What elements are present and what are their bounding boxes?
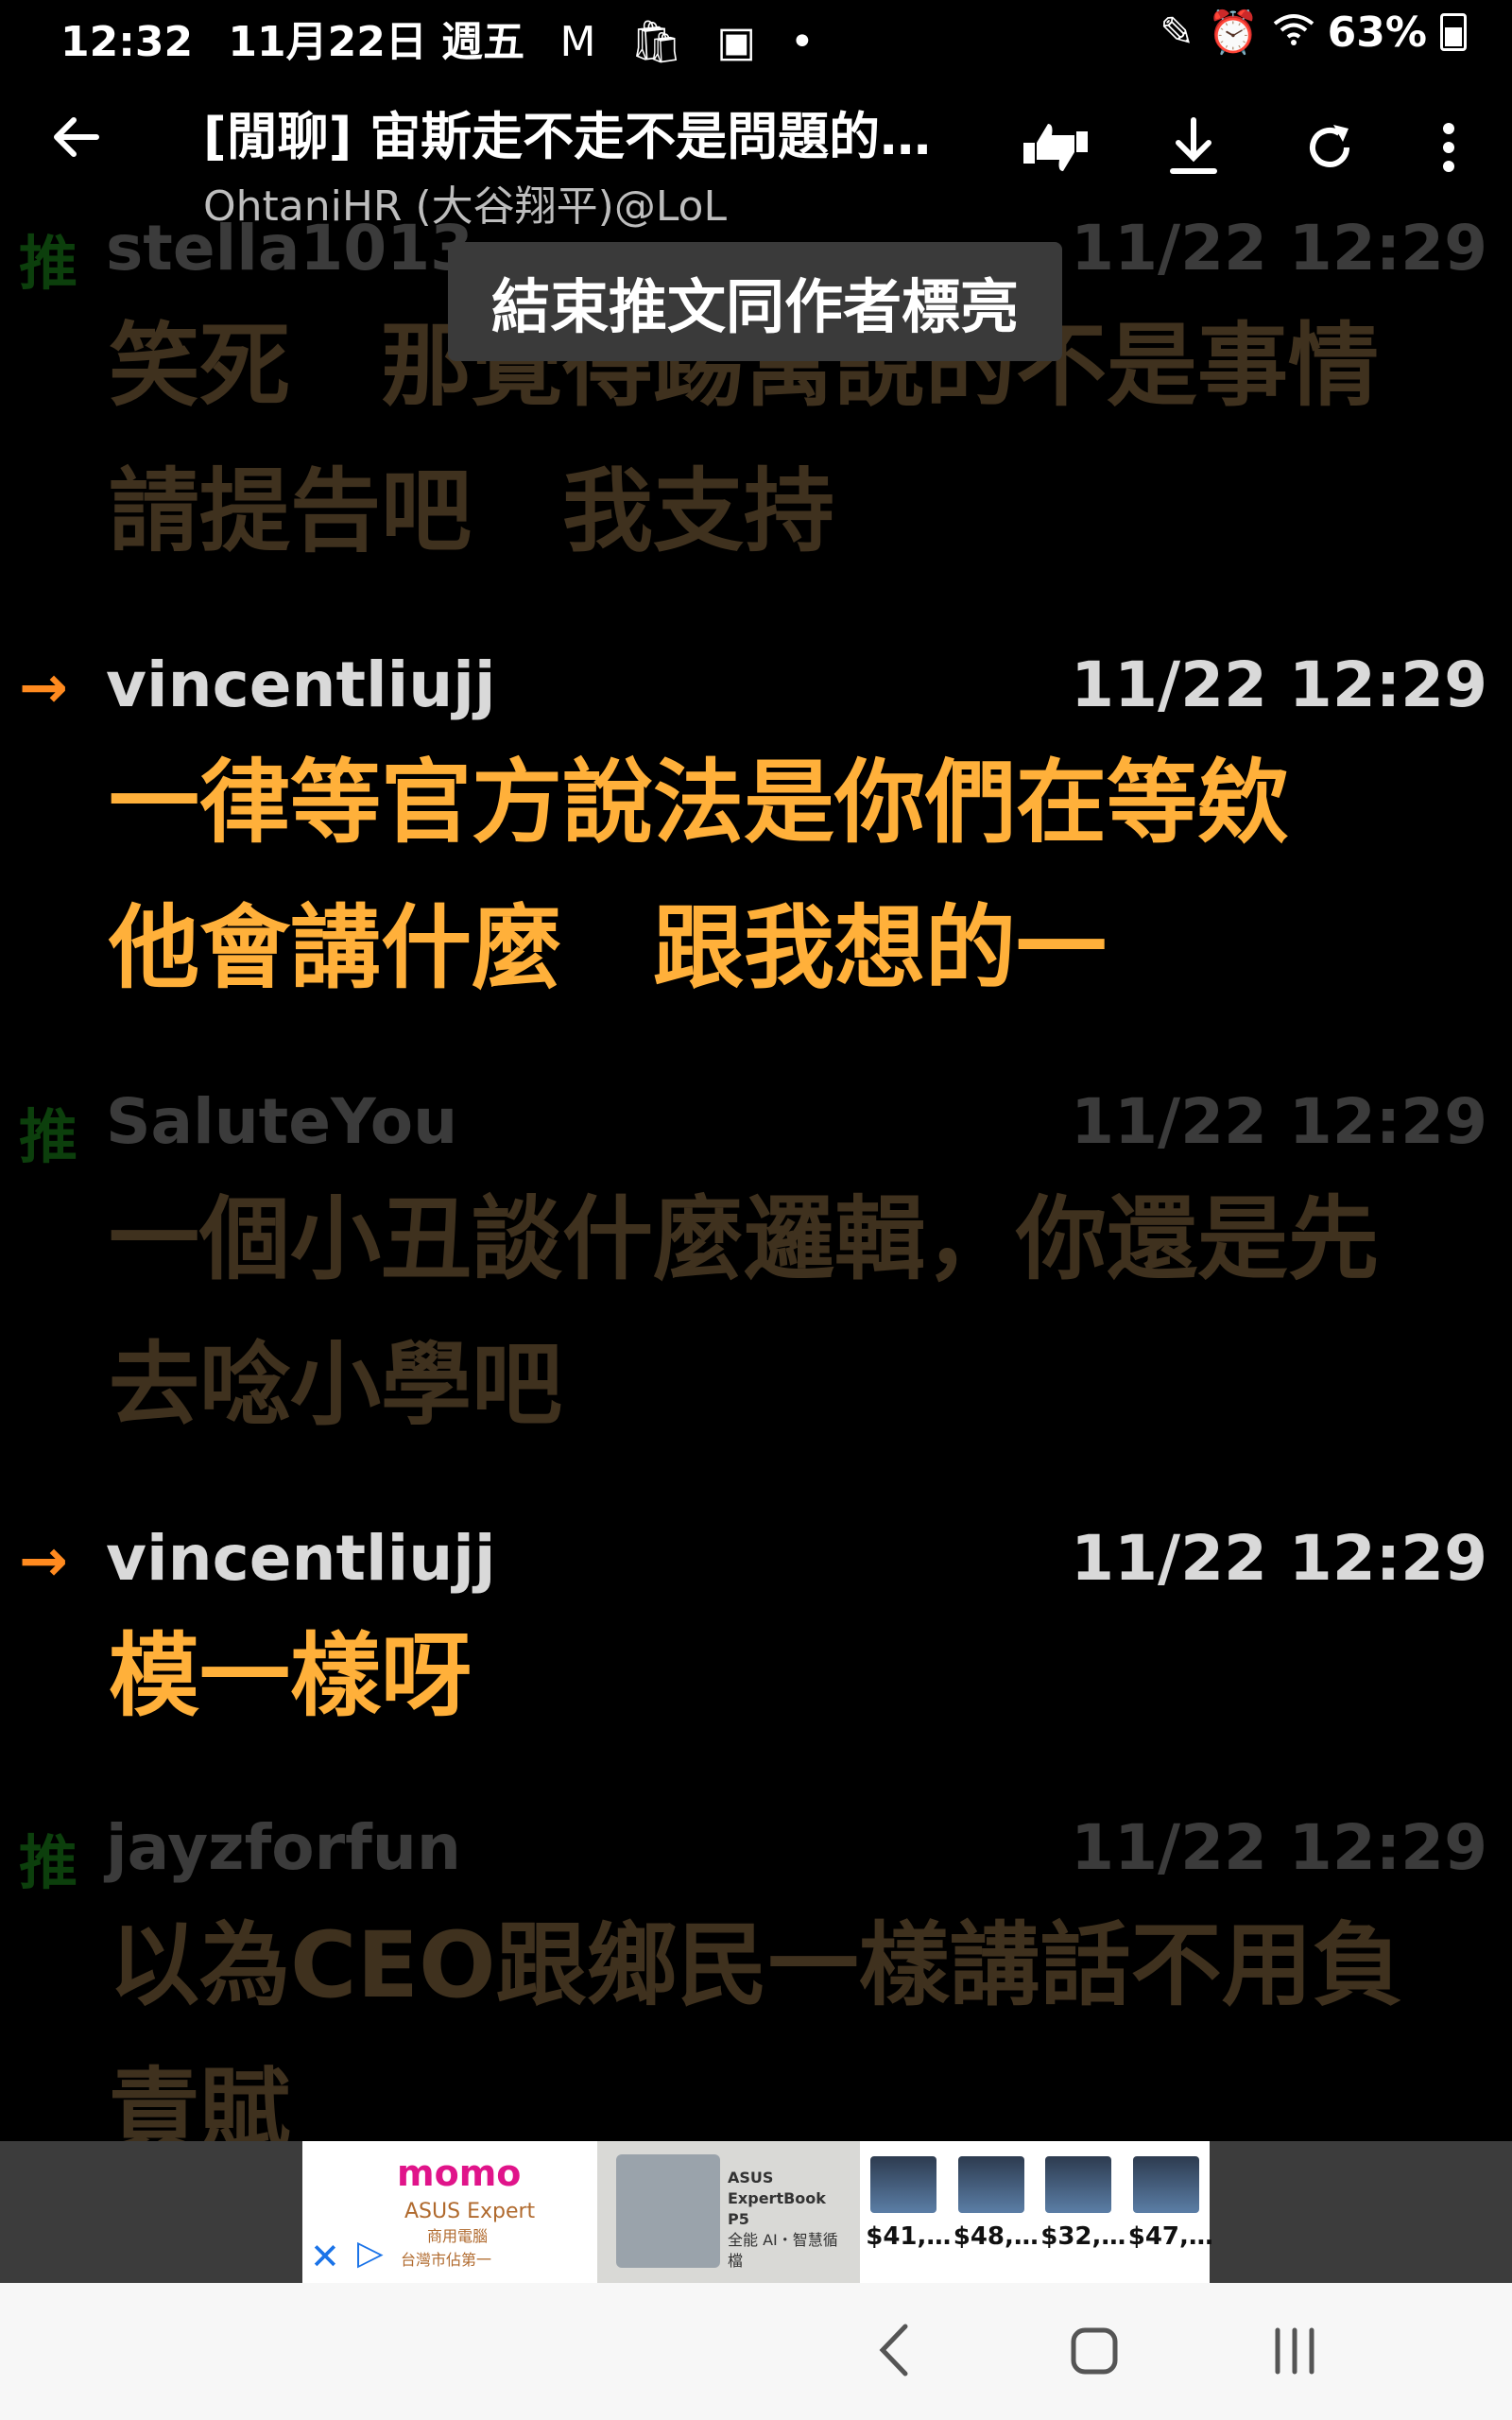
comment-line: 他會講什麼 跟我想的一	[109, 895, 1107, 1001]
app-bar: [閒聊] 宙斯走不走不是問題的… OhtaniHR (大谷翔平)@LoL	[0, 72, 1512, 231]
back-arrow-icon[interactable]	[47, 108, 113, 183]
comment-line: 一個小丑談什麼邏輯，你還是先	[109, 1186, 1379, 1292]
ad-banner[interactable]: momo ASUS Expert 商用電腦 ✕ ▷ 台灣市佔第一 ASUS Ex…	[0, 2141, 1512, 2298]
wifi-icon	[1273, 9, 1314, 57]
battery-percent: 63%	[1327, 8, 1427, 57]
comment-user[interactable]: vincentliujj	[106, 1522, 496, 1595]
ad-subtitle: ASUS Expert 商用電腦	[404, 2200, 536, 2245]
push-tag: 推	[19, 1828, 78, 1897]
ad-product-sub: 全能 AI・智慧循檔	[728, 2231, 838, 2270]
board-subtitle: OhtaniHR (大谷翔平)@LoL	[203, 182, 727, 231]
alarm-icon: ⏰	[1207, 9, 1260, 57]
ad-content[interactable]: momo ASUS Expert 商用電腦 ✕ ▷ 台灣市佔第一 ASUS Ex…	[302, 2141, 1213, 2298]
arrow-tag: →	[19, 1526, 68, 1595]
ad-product-item[interactable]: $47,…	[1127, 2156, 1213, 2298]
image-icon: ▣	[716, 18, 756, 66]
comment-user[interactable]: SaluteYou	[106, 1085, 457, 1158]
comment-list[interactable]: 推 stella1013 11/22 12:29 笑死 那覺得踢寓說的不是事情 …	[0, 208, 1512, 2141]
more-options-icon[interactable]	[1406, 110, 1491, 185]
download-icon[interactable]	[1151, 110, 1236, 185]
ad-product-item[interactable]: $41,…	[866, 2156, 952, 2298]
ad-price: $41,…	[866, 2222, 952, 2251]
comment-line: 請提告吧 我支持	[109, 458, 834, 564]
comment-line: 一律等官方說法是你們在等欸	[109, 750, 1288, 856]
ad-product-item[interactable]: $48,…	[953, 2156, 1039, 2298]
comment-text: 一律等官方說法是你們在等欸 他會講什麼 跟我想的一	[109, 730, 1488, 1021]
list-item[interactable]: → vincentliujj 11/22 12:29 一律等官方說法是你們在等欸…	[0, 645, 1512, 1021]
comment-user[interactable]: jayzforfun	[106, 1811, 461, 1884]
comment-line: 模一樣呀	[109, 1623, 472, 1729]
laptop-image	[616, 2154, 720, 2268]
comment-time: 11/22 12:29	[1071, 1522, 1487, 1595]
thumbs-up-down-icon[interactable]	[1013, 110, 1098, 185]
comment-time: 11/22 12:29	[1071, 648, 1487, 721]
status-bar: 12:32 11月22日 週五 M 🛍 ▣ • ✎ ⏰ 63%	[0, 0, 1512, 72]
pen-icon: ✎	[1160, 8, 1194, 57]
nav-home-icon[interactable]	[1066, 2317, 1123, 2398]
ad-brand-logo: momo	[397, 2152, 522, 2194]
system-nav-bar	[0, 2283, 1512, 2420]
comment-time: 11/22 12:29	[1071, 1085, 1487, 1158]
ad-product-image[interactable]: ASUS ExpertBook P5 全能 AI・智慧循檔	[597, 2141, 860, 2283]
shopping-icon: 🛍	[629, 18, 683, 66]
comment-line: 以為CEO跟鄉民一樣講話不用負	[109, 1912, 1403, 2018]
ad-product-title: ASUS ExpertBook P5	[728, 2169, 826, 2228]
ad-tagline: 台灣市佔第一	[401, 2251, 492, 2269]
ad-choices-icon[interactable]: ▷	[357, 2234, 384, 2273]
push-tag: 推	[19, 1102, 78, 1171]
laptop-image	[957, 2156, 1024, 2213]
comment-user[interactable]: vincentliujj	[106, 648, 496, 721]
comment-line: 責賦	[109, 2058, 290, 2141]
laptop-image	[1045, 2156, 1112, 2213]
comment-line: 去唸小學吧	[109, 1332, 562, 1438]
push-tag: 推	[19, 229, 78, 298]
comment-text: 模一樣呀	[109, 1603, 1488, 1749]
nav-recents-icon[interactable]	[1266, 2317, 1323, 2398]
clock: 12:32	[60, 18, 194, 66]
tooltip: 結束推文同作者標亮	[448, 242, 1062, 361]
comment-text: 一個小丑談什麼邏輯，你還是先 去唸小學吧	[109, 1167, 1488, 1458]
ad-price: $32,…	[1040, 2222, 1126, 2251]
ad-close-icon[interactable]: ✕	[310, 2236, 340, 2277]
laptop-image	[1132, 2156, 1199, 2213]
laptop-image	[870, 2156, 937, 2213]
comment-text: 以為CEO跟鄉民一樣講話不用負 責賦	[109, 1893, 1488, 2141]
battery-icon	[1440, 13, 1467, 51]
ad-price: $47,…	[1127, 2222, 1213, 2251]
gmail-icon: M	[559, 18, 596, 66]
list-item[interactable]: 推 jayzforfun 11/22 12:29 以為CEO跟鄉民一樣講話不用負…	[0, 1807, 1512, 2141]
arrow-tag: →	[19, 652, 68, 721]
ad-price: $48,…	[953, 2222, 1039, 2251]
comment-time: 11/22 12:29	[1071, 1811, 1487, 1884]
refresh-icon[interactable]	[1287, 110, 1372, 185]
ad-product-item[interactable]: $32,…	[1040, 2156, 1126, 2298]
page-title: [閒聊] 宙斯走不走不是問題的…	[203, 107, 932, 166]
ad-products[interactable]: $41,… $48,… $32,… $47,…	[860, 2141, 1213, 2298]
list-item[interactable]: 推 SaluteYou 11/22 12:29 一個小丑談什麼邏輯，你還是先 去…	[0, 1081, 1512, 1458]
list-item[interactable]: → vincentliujj 11/22 12:29 模一樣呀	[0, 1518, 1512, 1749]
nav-back-icon[interactable]	[869, 2317, 917, 2398]
dot-icon: •	[789, 18, 815, 66]
date: 11月22日 週五	[228, 18, 525, 66]
